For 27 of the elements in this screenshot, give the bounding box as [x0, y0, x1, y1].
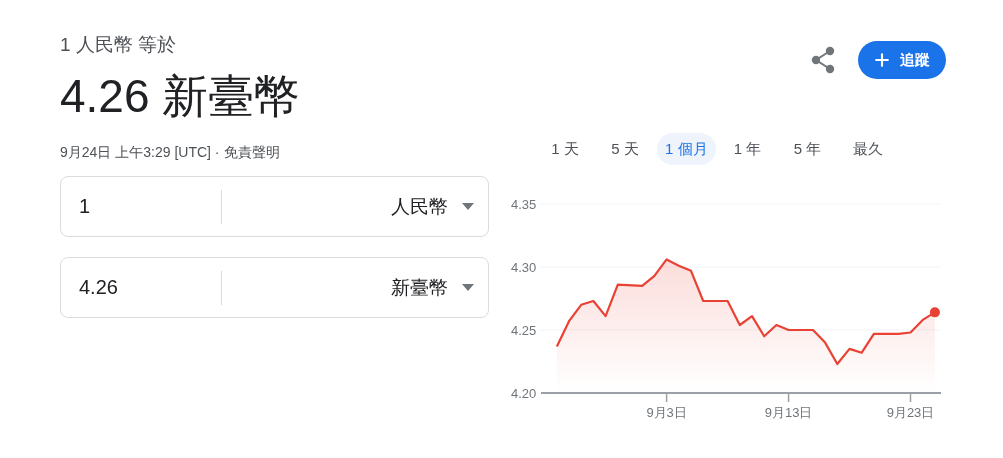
x-axis-label: 9月13日: [764, 405, 813, 420]
range-tab[interactable]: 最久: [839, 133, 896, 165]
caret-icon: [462, 203, 474, 210]
x-axis-label: 9月23日: [886, 405, 935, 420]
plus-icon: [872, 50, 892, 70]
y-axis-label: 4.35: [511, 197, 537, 212]
range-tab[interactable]: 5 年: [779, 133, 836, 165]
follow-button[interactable]: 追蹤: [858, 41, 946, 79]
caret-icon: [462, 284, 474, 291]
amount-field[interactable]: 4.26: [79, 276, 209, 299]
currency-select[interactable]: 人民幣: [391, 193, 474, 220]
y-axis-label: 4.25: [511, 323, 537, 338]
converted-amount: 4.26 新臺幣: [60, 69, 302, 124]
latest-point: [929, 307, 940, 318]
x-axis-label: 9月3日: [646, 405, 687, 420]
conversion-subtitle: 1 人民幣 等於: [60, 33, 178, 57]
timestamp: 9月24日 上午3:29 [UTC] ·: [60, 143, 220, 162]
currency-select[interactable]: 新臺幣: [391, 274, 474, 301]
amount-field[interactable]: 1: [79, 195, 209, 218]
y-axis-label: 4.30: [511, 260, 537, 275]
range-tab[interactable]: 1 個月: [657, 133, 716, 165]
range-tab[interactable]: 1 天: [537, 133, 593, 165]
share-icon[interactable]: [810, 46, 836, 74]
range-tab[interactable]: 5 天: [597, 133, 653, 165]
range-tab[interactable]: 1 年: [719, 133, 776, 165]
disclaimer-link[interactable]: 免責聲明: [223, 142, 280, 162]
y-axis-label: 4.20: [511, 386, 537, 401]
